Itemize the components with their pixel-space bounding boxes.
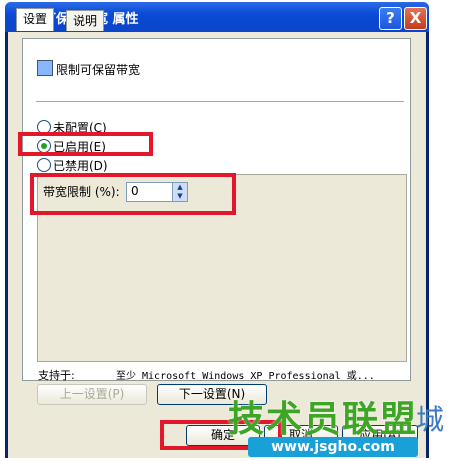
policy-icon	[37, 60, 53, 76]
help-button[interactable]: ?	[379, 7, 402, 30]
radio-disabled-label: 已禁用(D)	[53, 159, 108, 173]
prev-setting-button[interactable]: 上一设置(P)	[37, 384, 147, 405]
highlight-bandwidth	[30, 173, 236, 215]
tab-settings[interactable]: 设置	[16, 8, 55, 31]
watermark-url: www.jsgho.com	[248, 437, 418, 457]
watermark-brand: 技术员联盟	[228, 399, 419, 440]
separator	[36, 101, 404, 102]
supported-value: 至少 Microsoft Windows XP Professional 或..…	[116, 371, 375, 382]
radio-disabled[interactable]	[37, 158, 51, 172]
supported-label: 支持于:	[38, 369, 75, 382]
close-button[interactable]: X	[404, 7, 427, 30]
highlight-enabled	[18, 132, 153, 156]
setting-name: 限制可保留带宽	[56, 63, 141, 77]
watermark-suffix: 城	[416, 403, 445, 436]
tab-explain[interactable]: 说明	[66, 10, 105, 31]
